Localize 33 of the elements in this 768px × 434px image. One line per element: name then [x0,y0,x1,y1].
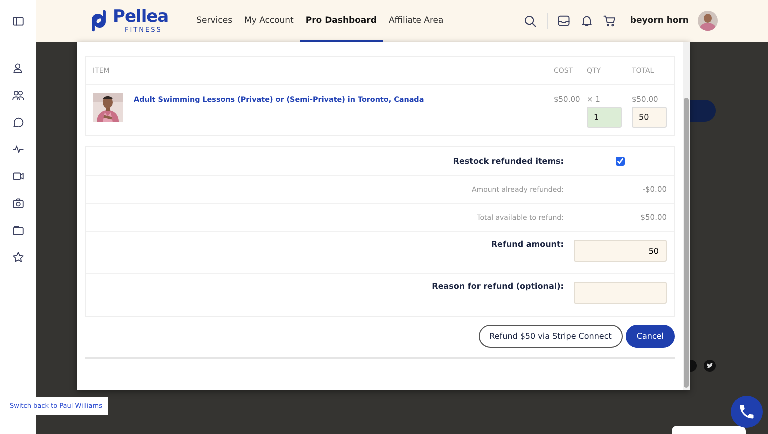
video-icon[interactable] [12,170,24,183]
cart-icon[interactable] [603,14,618,28]
nav-link[interactable]: My Account [238,0,300,42]
reason-field[interactable] [574,282,667,304]
logo-name: Pellea [113,8,169,26]
phone-icon [738,403,756,421]
field-label: Refund amount: [490,240,564,251]
folder-icon[interactable] [12,224,24,237]
field-label: Restock refunded items: [452,156,564,166]
refund-amount-field[interactable]: 50 [574,240,667,262]
nav-link[interactable]: Affiliate Area [382,0,450,42]
field-label: Reason for refund (optional): [431,282,564,293]
bell-icon[interactable] [580,14,594,28]
activity-icon[interactable] [12,143,24,156]
camera-icon[interactable] [12,197,24,210]
quantity-input[interactable]: 1 [587,107,622,128]
user-avatar[interactable] [698,11,718,31]
user-icon[interactable] [12,62,24,75]
users-icon[interactable] [12,89,24,102]
scrollbar[interactable] [683,42,690,390]
chat-icon[interactable] [12,116,24,129]
inbox-icon[interactable] [557,14,572,28]
refund-button[interactable]: Refund $50 via Stripe Connect [478,325,623,348]
nav-link[interactable]: Services [190,0,238,42]
button-background [690,100,716,122]
twitter-icon [704,360,716,372]
panel-icon[interactable] [12,15,24,28]
total-input[interactable]: 50 [632,107,667,128]
restock-checkbox[interactable] [616,156,625,166]
search-icon[interactable] [523,14,538,28]
star-icon[interactable] [12,251,24,264]
user-name[interactable]: beyorn horn [630,16,689,26]
cancel-button[interactable]: Cancel [626,325,675,348]
